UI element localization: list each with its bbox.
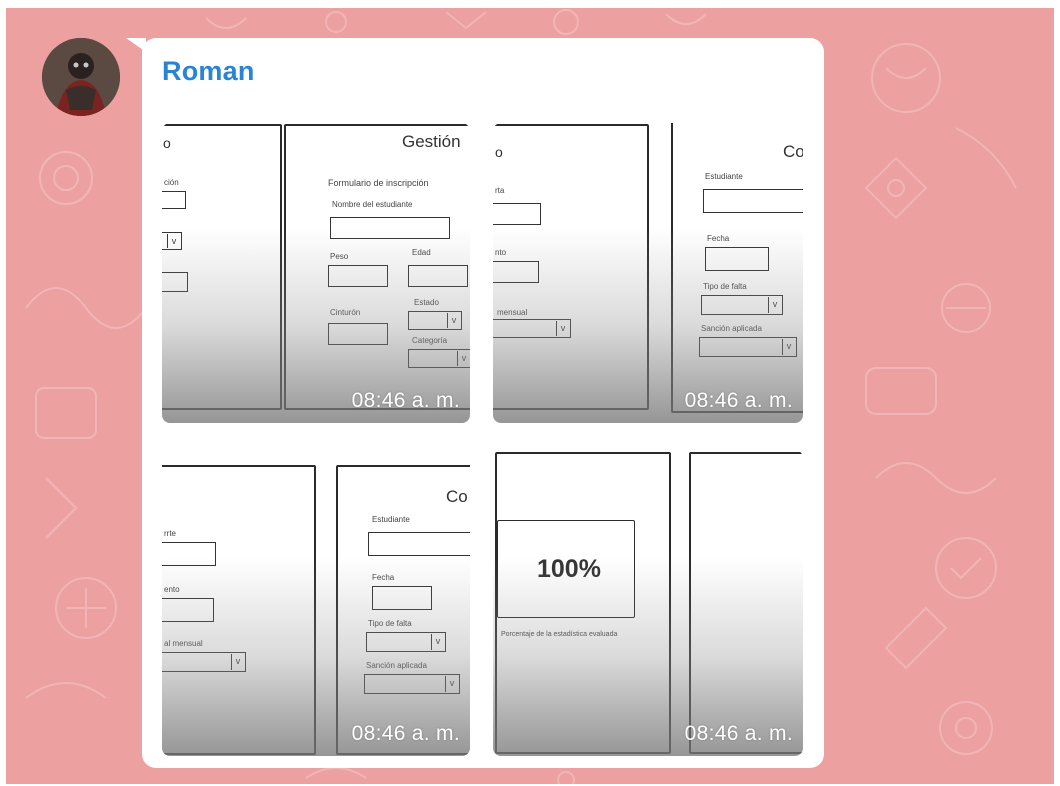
panel-title-left: o [163,135,171,151]
wire-label: Tipo de falta [368,619,412,628]
wireframe-panel-left [162,124,282,410]
wire-select: v [701,295,783,315]
wireframe-panel-right [336,465,470,755]
panel-title: Co [783,142,803,161]
wire-label: Estudiante [372,515,410,524]
wire-select: v [493,319,571,338]
wire-label: Tipo de falta [703,282,747,291]
wire-label: Sanción aplicada [366,661,427,670]
wire-field [368,532,470,556]
wire-label: al mensual [164,639,203,648]
wire-field [703,189,803,213]
wire-field [328,265,388,287]
wire-label: Categoría [412,336,448,345]
form-heading: Formulario de inscripción [328,178,429,188]
wire-label: Fecha [372,573,395,582]
panel-title-left: o [495,144,503,160]
wire-label: Cinturón [330,308,361,317]
message-time: 08:46 a. m. [351,722,460,745]
wire-field [162,272,188,292]
wire-field [372,586,432,610]
message-time: 08:46 a. m. [684,389,793,412]
wire-field [330,217,450,239]
media-tile-1[interactable]: o ción v Gestión Formulario de inscripci… [162,123,470,423]
sender-name[interactable]: Roman [162,56,255,87]
wire-label: nto [495,248,507,257]
wire-label: Peso [330,252,349,261]
media-tile-2[interactable]: o rta nto mensual v Co Estudiante Fecha … [493,123,803,423]
wire-field [493,261,539,283]
message-time: 08:46 a. m. [684,722,793,745]
stat-value: 100% [537,555,601,583]
wire-label: Fecha [707,234,730,243]
stat-caption: Porcentaje de la estadística evaluada [501,631,618,638]
wire-select: v [699,337,797,357]
wire-field [493,203,541,225]
wire-label: rrte [164,529,176,538]
wire-label: Edad [412,248,431,257]
wire-select: v [408,349,470,368]
panel-title: Gestión [402,132,461,151]
media-tile-3[interactable]: rrte ento al mensual v Co Estudiante Fec… [162,450,470,756]
wire-label: ción [164,178,179,187]
media-tile-4[interactable]: 100% Porcentaje de la estadística evalua… [493,450,803,756]
wire-label: Estudiante [705,172,743,181]
message-time: 08:46 a. m. [351,389,460,412]
wire-label: rta [495,186,505,195]
wire-field [328,323,388,345]
sender-avatar[interactable] [42,38,120,116]
wire-field [162,598,214,622]
wire-label: Nombre del estudiante [332,200,413,209]
wire-label: ento [164,585,180,594]
wire-label: Estado [414,298,439,307]
wire-field [162,191,186,209]
wire-select: v [162,652,246,672]
wire-select: v [408,311,462,330]
wire-field [408,265,468,287]
wireframe-panel-right [689,452,803,754]
wire-label: Sanción aplicada [701,324,762,333]
wire-select: v [162,232,182,250]
message-bubble: Roman o ción v Gestión Formulario de ins… [142,38,824,768]
avatar-image [42,38,120,116]
wire-field [162,542,216,566]
wire-select: v [366,632,446,652]
wire-select: v [364,674,460,694]
wire-label: mensual [497,308,528,317]
panel-title: Co [446,487,468,506]
wire-field [705,247,769,271]
